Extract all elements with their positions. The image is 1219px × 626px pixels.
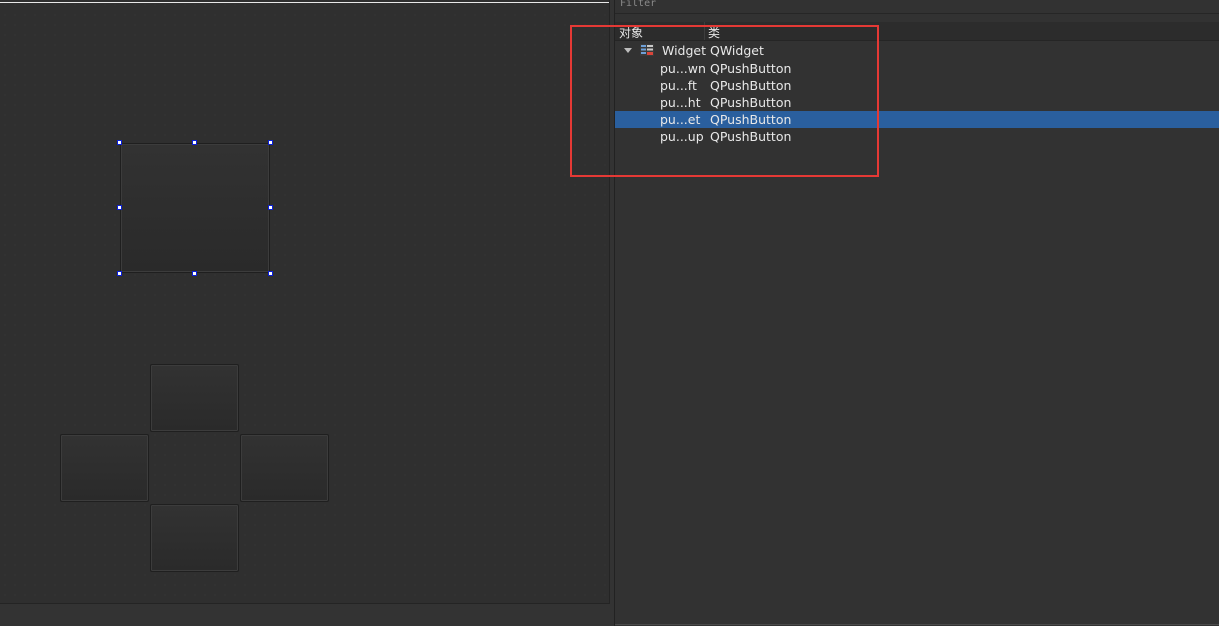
push-button-down[interactable] [150, 504, 239, 572]
canvas-top-border [0, 2, 609, 3]
resize-handle-top-right[interactable] [268, 140, 273, 145]
resize-handle-right[interactable] [268, 205, 273, 210]
form-canvas[interactable] [0, 0, 610, 604]
resize-handle-left[interactable] [117, 205, 122, 210]
resize-handle-bottom[interactable] [192, 271, 197, 276]
inspector-bottom-border [615, 624, 1219, 625]
push-button-up[interactable] [150, 364, 239, 432]
resize-handle-bottom-left[interactable] [117, 271, 122, 276]
filter-bar[interactable]: Filter [615, 0, 1219, 14]
push-button-left[interactable] [60, 434, 149, 502]
highlight-annotation-box [570, 25, 879, 177]
filter-placeholder: Filter [620, 0, 657, 9]
push-button-reset-selected[interactable] [120, 143, 270, 273]
resize-handle-bottom-right[interactable] [268, 271, 273, 276]
resize-handle-top[interactable] [192, 140, 197, 145]
push-button-right[interactable] [240, 434, 329, 502]
resize-handle-top-left[interactable] [117, 140, 122, 145]
